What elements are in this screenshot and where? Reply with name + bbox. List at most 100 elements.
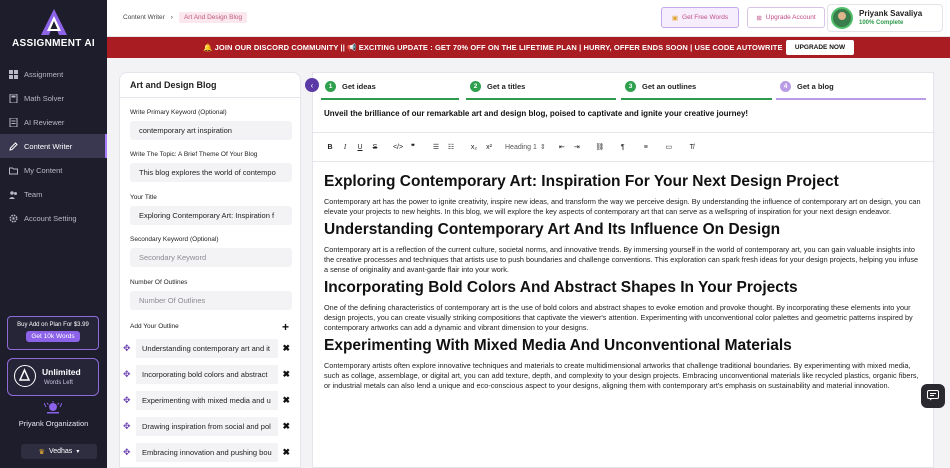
section-heading: Experimenting With Mixed Media And Uncon… bbox=[324, 337, 792, 354]
add-outline-label: Add Your Outline bbox=[130, 323, 179, 330]
collapse-panel-button[interactable]: ‹ bbox=[305, 78, 319, 92]
sidebar-item-label: Math Solver bbox=[24, 93, 65, 103]
upgrade-account-button[interactable]: ⊞ Upgrade Account bbox=[747, 7, 825, 28]
sidebar-item-math-solver[interactable]: Math Solver bbox=[0, 86, 107, 110]
title-label: Your Title bbox=[130, 194, 157, 201]
sidebar-item-my-content[interactable]: My Content bbox=[0, 158, 107, 182]
sidebar-item-ai-reviewer[interactable]: AI Reviewer bbox=[0, 110, 107, 134]
intro-text: Unveil the brilliance of our remarkable … bbox=[324, 109, 749, 118]
outline-text[interactable]: Drawing inspiration from social and pol bbox=[136, 417, 278, 436]
sidebar-item-content-writer[interactable]: Content Writer bbox=[0, 134, 107, 158]
remove-outline-icon[interactable]: ✖ bbox=[278, 421, 290, 432]
step-get-ideas[interactable]: 1 Get ideas bbox=[321, 73, 459, 100]
step-label: Get ideas bbox=[342, 82, 376, 91]
add-outline-button[interactable]: + bbox=[282, 321, 289, 333]
folder-icon bbox=[9, 166, 18, 175]
plan-title: Unlimited bbox=[42, 367, 81, 377]
secondary-keyword-input[interactable]: Secondary Keyword bbox=[130, 248, 292, 267]
heading-select-value: Heading 1 bbox=[505, 143, 537, 151]
drag-handle-icon[interactable]: ✥ bbox=[123, 370, 132, 379]
profile-completion: 100% Complete bbox=[859, 20, 904, 26]
editor-content[interactable]: Exploring Contemporary Art: Inspiration … bbox=[324, 171, 922, 468]
breadcrumb-root[interactable]: Content Writer bbox=[123, 14, 165, 21]
outline-text[interactable]: Embracing innovation and pushing bou bbox=[136, 443, 278, 462]
chevron-right-icon: › bbox=[170, 14, 173, 21]
title-input[interactable]: Exploring Contemporary Art: Inspiration … bbox=[130, 206, 292, 225]
bold-button[interactable]: B bbox=[323, 140, 337, 154]
outdent-icon[interactable]: ⇤ bbox=[555, 140, 569, 154]
get-words-button[interactable]: Get 10k Words bbox=[26, 331, 80, 342]
drag-handle-icon[interactable]: ✥ bbox=[123, 344, 132, 353]
underline-button[interactable]: U bbox=[353, 140, 367, 154]
chevron-down-icon: ▾ bbox=[76, 449, 80, 455]
editor-toolbar: B I U S </> ❞ ☰ ☷ x₂ x² Heading 1 ⇕ ⇤ ⇥ … bbox=[323, 140, 700, 154]
quote-icon[interactable]: ❞ bbox=[406, 140, 420, 154]
chat-icon bbox=[927, 389, 939, 403]
step-get-outlines[interactable]: 3 Get an outlines bbox=[621, 73, 772, 100]
sidebar-item-team[interactable]: Team bbox=[0, 182, 107, 206]
blog-title-heading: Exploring Contemporary Art: Inspiration … bbox=[324, 173, 839, 190]
outline-text[interactable]: Experimenting with mixed media and u bbox=[136, 391, 278, 410]
strikethrough-button[interactable]: S bbox=[368, 140, 382, 154]
paragraph: Contemporary art has the power to ignite… bbox=[324, 197, 921, 216]
assignment-logo-icon bbox=[14, 365, 36, 387]
outline-item[interactable]: ✥ Incorporating bold colors and abstract… bbox=[123, 365, 291, 384]
outline-item[interactable]: ✥ Embracing innovation and pushing bou ✖ bbox=[123, 443, 291, 462]
panel-title: Art and Design Blog bbox=[130, 80, 217, 90]
remove-outline-icon[interactable]: ✖ bbox=[278, 395, 290, 406]
code-icon[interactable]: </> bbox=[391, 140, 405, 154]
outline-item[interactable]: ✥ Understanding contemporary art and it … bbox=[123, 339, 291, 358]
align-icon[interactable]: ≡ bbox=[639, 140, 653, 154]
subscript-icon[interactable]: x₂ bbox=[467, 140, 481, 154]
addon-title: Buy Add on Plan For $3.99 bbox=[17, 322, 89, 328]
grid-icon bbox=[9, 69, 18, 79]
outline-item[interactable]: ✥ Drawing inspiration from social and po… bbox=[123, 417, 291, 436]
topic-label: Write The Topic: A Brief Theme Of Your B… bbox=[130, 151, 258, 158]
remove-outline-icon[interactable]: ✖ bbox=[278, 369, 290, 380]
upgrade-account-label: Upgrade Account bbox=[765, 14, 816, 21]
step-get-titles[interactable]: 2 Get a titles bbox=[466, 73, 616, 100]
remove-outline-icon[interactable]: ✖ bbox=[278, 447, 290, 458]
remove-outline-icon[interactable]: ✖ bbox=[278, 343, 290, 354]
promo-banner: 🔔 JOIN OUR DISCORD COMMUNITY || 📢 EXCITI… bbox=[107, 37, 950, 58]
logo-icon bbox=[39, 8, 69, 36]
text-direction-icon[interactable]: ¶ bbox=[616, 140, 630, 154]
bullet-list-icon[interactable]: ☷ bbox=[444, 140, 458, 154]
user-profile[interactable]: Priyank Savaliya 100% Complete bbox=[827, 4, 943, 32]
link-icon[interactable]: ⛓ bbox=[593, 140, 607, 154]
outlines-count-input[interactable]: Number Of Outlines bbox=[130, 291, 292, 310]
step-number: 2 bbox=[470, 81, 481, 92]
outlines-count-label: Number Of Outlines bbox=[130, 279, 188, 286]
step-label: Get a titles bbox=[487, 82, 526, 91]
indent-icon[interactable]: ⇥ bbox=[570, 140, 584, 154]
heading-select[interactable]: Heading 1 ⇕ bbox=[505, 140, 546, 154]
gift-icon: ▣ bbox=[671, 14, 679, 22]
organization-icon bbox=[43, 401, 63, 415]
progress-steps: 1 Get ideas 2 Get a titles 3 Get an outl… bbox=[313, 73, 935, 100]
drag-handle-icon[interactable]: ✥ bbox=[123, 448, 132, 457]
primary-keyword-input[interactable]: contemporary art inspiration bbox=[130, 121, 292, 140]
sidebar-item-account-setting[interactable]: Account Setting bbox=[0, 206, 107, 230]
chevron-down-icon: ⇕ bbox=[539, 144, 546, 151]
italic-button[interactable]: I bbox=[338, 140, 352, 154]
image-icon[interactable]: ▭ bbox=[662, 140, 676, 154]
outline-item[interactable]: ✥ Experimenting with mixed media and u ✖ bbox=[123, 391, 291, 410]
get-free-words-button[interactable]: ▣ Get Free Words bbox=[661, 7, 739, 28]
workspace-selector[interactable]: ♛ Vedhas ▾ bbox=[21, 444, 97, 459]
superscript-icon[interactable]: x² bbox=[482, 140, 496, 154]
step-get-blog[interactable]: 4 Get a blog bbox=[776, 73, 926, 100]
clear-format-icon[interactable]: T̸ bbox=[685, 140, 699, 154]
step-progress-bar bbox=[466, 97, 616, 100]
outline-text[interactable]: Incorporating bold colors and abstract bbox=[136, 365, 278, 384]
secondary-keyword-label: Secondary Keyword (Optional) bbox=[130, 236, 219, 243]
outline-text[interactable]: Understanding contemporary art and it bbox=[136, 339, 278, 358]
upgrade-now-button[interactable]: UPGRADE NOW bbox=[786, 40, 854, 55]
sidebar-item-label: AI Reviewer bbox=[24, 117, 65, 127]
ordered-list-icon[interactable]: ☰ bbox=[429, 140, 443, 154]
sidebar-item-assignment[interactable]: Assignment bbox=[0, 62, 107, 86]
chat-widget-button[interactable] bbox=[921, 384, 945, 408]
drag-handle-icon[interactable]: ✥ bbox=[123, 422, 132, 431]
topic-input[interactable]: This blog explores the world of contempo bbox=[130, 163, 292, 182]
drag-handle-icon[interactable]: ✥ bbox=[123, 396, 132, 405]
logo[interactable]: ASSIGNMENT AI bbox=[0, 8, 107, 49]
